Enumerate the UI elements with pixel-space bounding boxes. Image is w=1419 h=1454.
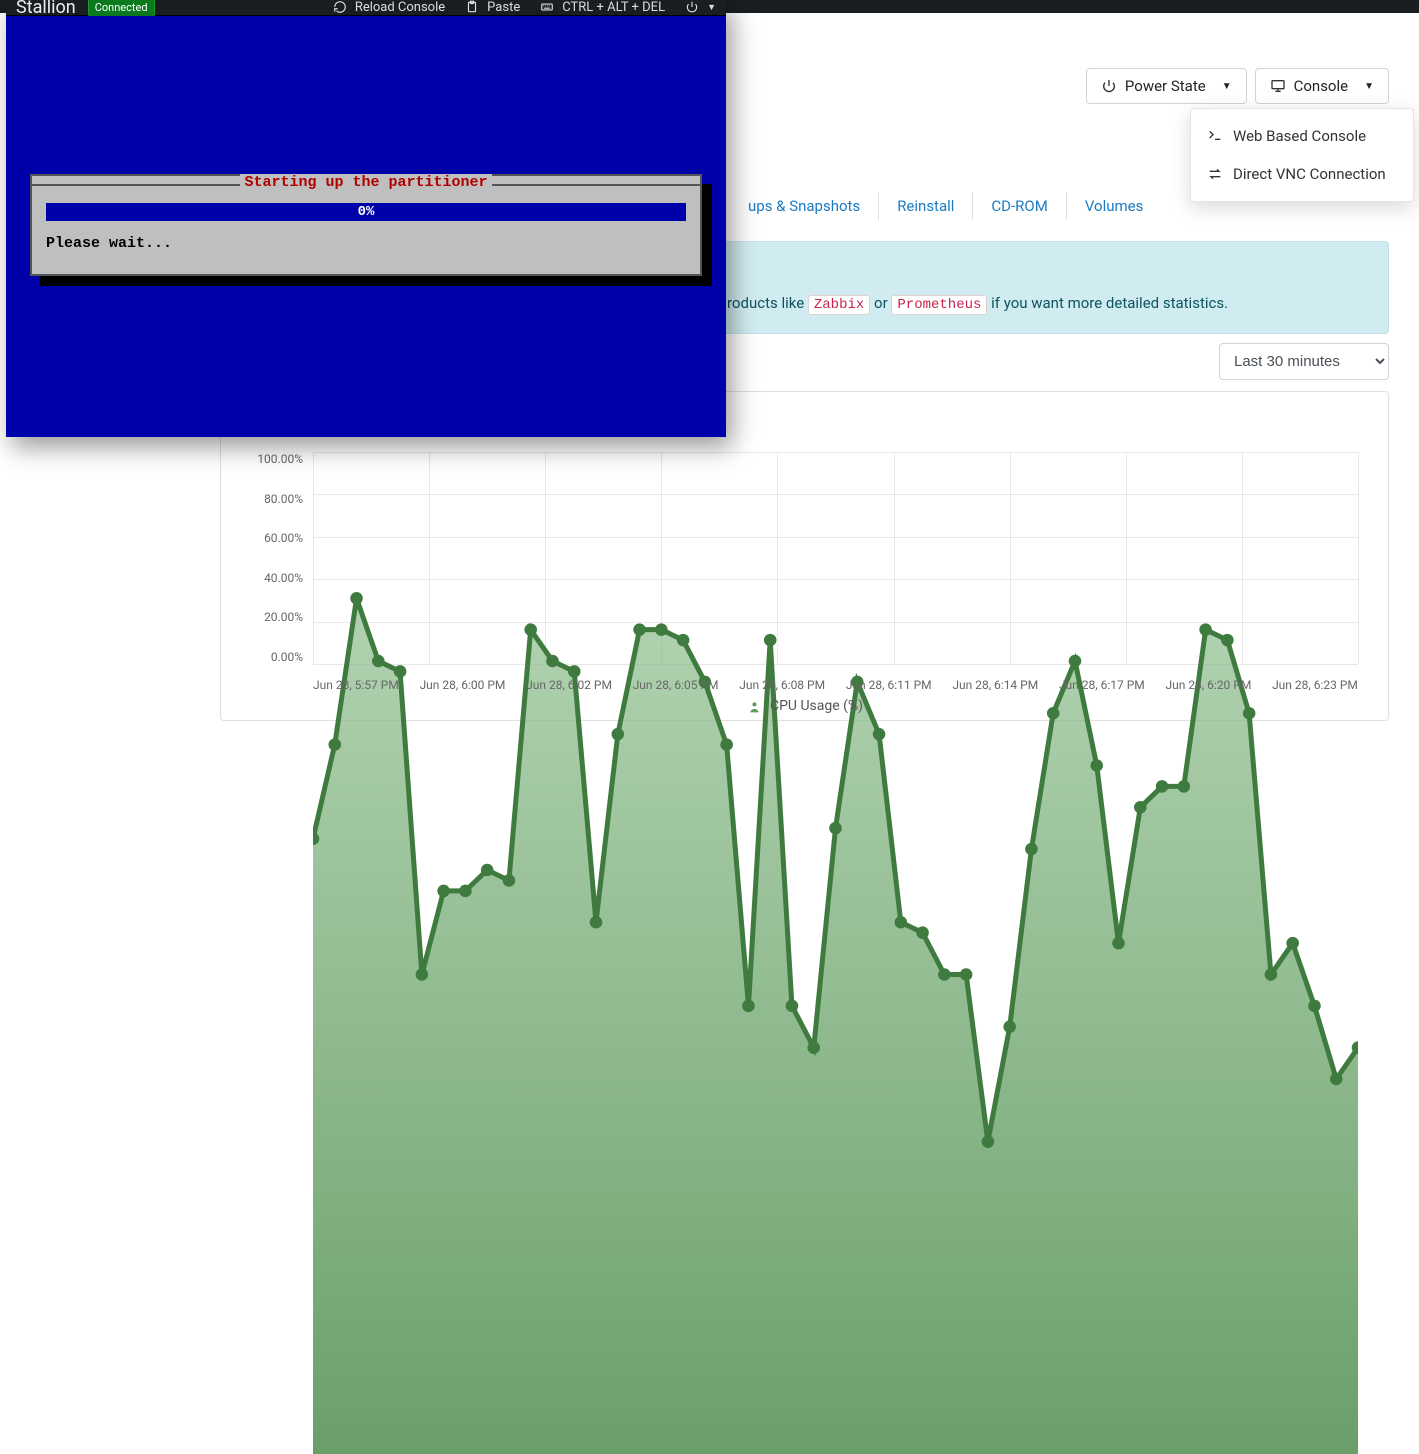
- reload-icon: [333, 0, 349, 16]
- x-tick-label: Jun 28, 6:00 PM: [420, 678, 506, 692]
- paste-icon: [465, 0, 481, 16]
- y-tick-label: 40.00%: [241, 571, 303, 585]
- installer-progress-bar: 0%: [46, 203, 686, 221]
- y-tick-label: 60.00%: [241, 531, 303, 545]
- tabs-row: ups & Snapshots Reinstall CD-ROM Volumes: [730, 189, 1161, 223]
- cad-label: CTRL + ALT + DEL: [562, 0, 665, 15]
- console-menu-vnc[interactable]: Direct VNC Connection: [1191, 155, 1413, 193]
- console-menu-vnc-label: Direct VNC Connection: [1233, 165, 1386, 183]
- installer-dialog: Starting up the partitioner 0% Please wa…: [30, 174, 702, 276]
- chart-legend-label: CPU Usage (%): [770, 698, 863, 714]
- console-menu-web-label: Web Based Console: [1233, 127, 1366, 145]
- vnc-console-window: Stallion Connected Reload Console Paste …: [6, 0, 726, 437]
- tab-volumes[interactable]: Volumes: [1067, 189, 1162, 223]
- chart-legend: CPU Usage (%): [746, 698, 863, 714]
- tab-cdrom[interactable]: CD-ROM: [973, 189, 1065, 223]
- y-tick-label: 80.00%: [241, 492, 303, 506]
- power-icon: [685, 0, 701, 16]
- y-tick-label: 0.00%: [241, 650, 303, 664]
- x-tick-label: Jun 28, 6:08 PM: [739, 678, 825, 692]
- console-screen[interactable]: Starting up the partitioner 0% Please wa…: [6, 16, 726, 437]
- console-header: Stallion Connected Reload Console Paste …: [6, 0, 726, 15]
- x-tick-label: Jun 28, 6:11 PM: [846, 678, 932, 692]
- monitor-icon: [1270, 78, 1286, 94]
- x-tick-label: Jun 28, 6:17 PM: [1059, 678, 1145, 692]
- console-menu-web[interactable]: Web Based Console: [1191, 117, 1413, 155]
- alert-text-suffix: if you want more detailed statistics.: [991, 294, 1228, 312]
- cad-button[interactable]: CTRL + ALT + DEL: [540, 0, 665, 16]
- alert-text-mid: or: [874, 294, 891, 312]
- terminal-icon: [1207, 128, 1223, 144]
- tab-backups[interactable]: ups & Snapshots: [730, 189, 878, 223]
- x-tick-label: Jun 28, 5:57 PM: [313, 678, 399, 692]
- alert-text-prefix: roducts like: [727, 294, 808, 312]
- tab-cdrom-label: CD-ROM: [991, 197, 1047, 215]
- alert-code-prometheus: Prometheus: [891, 295, 987, 315]
- x-tick-label: Jun 28, 6:05 PM: [633, 678, 719, 692]
- alert-code-zabbix: Zabbix: [808, 295, 870, 315]
- x-tick-label: Jun 28, 6:20 PM: [1166, 678, 1252, 692]
- console-button[interactable]: Console ▼: [1255, 68, 1389, 104]
- power-state-label: Power State: [1125, 77, 1206, 95]
- top-actions: Power State ▼ Console ▼: [1086, 68, 1389, 104]
- installer-wait-text: Please wait...: [46, 235, 686, 252]
- installer-dialog-title: Starting up the partitioner: [240, 174, 491, 191]
- reload-console-label: Reload Console: [355, 0, 445, 15]
- tab-volumes-label: Volumes: [1085, 197, 1144, 215]
- console-power-menu[interactable]: ▼: [685, 0, 716, 16]
- chart-y-axis: 100.00% 80.00% 60.00% 40.00% 20.00% 0.00%: [241, 452, 303, 664]
- tab-reinstall-label: Reinstall: [897, 197, 954, 215]
- y-tick-label: 20.00%: [241, 610, 303, 624]
- x-tick-label: Jun 28, 6:14 PM: [952, 678, 1038, 692]
- caret-down-icon: ▼: [1364, 81, 1374, 92]
- console-dropdown: Web Based Console Direct VNC Connection: [1190, 108, 1414, 202]
- time-range-select[interactable]: Last 30 minutes: [1219, 343, 1389, 380]
- console-status-badge: Connected: [88, 0, 155, 17]
- x-tick-label: Jun 28, 6:02 PM: [526, 678, 612, 692]
- paste-button[interactable]: Paste: [465, 0, 520, 16]
- caret-down-icon: ▼: [1222, 81, 1232, 92]
- console-header-actions: Reload Console Paste CTRL + ALT + DEL ▼: [333, 0, 716, 16]
- chart-svg: [313, 452, 1358, 1454]
- reload-console-button[interactable]: Reload Console: [333, 0, 445, 16]
- chart-x-axis: Jun 28, 5:57 PM Jun 28, 6:00 PM Jun 28, 6:…: [313, 678, 1358, 692]
- power-state-button[interactable]: Power State ▼: [1086, 68, 1247, 104]
- x-tick-label: Jun 28, 6:23 PM: [1272, 678, 1358, 692]
- chart-panel: 100.00% 80.00% 60.00% 40.00% 20.00% 0.00% Jun…: [220, 391, 1389, 721]
- caret-down-icon: ▼: [707, 2, 716, 13]
- paste-label: Paste: [487, 0, 520, 15]
- power-icon: [1101, 78, 1117, 94]
- swap-icon: [1207, 166, 1223, 182]
- console-button-label: Console: [1294, 77, 1349, 95]
- keyboard-icon: [540, 0, 556, 16]
- cpu-legend-icon: [746, 698, 762, 714]
- tab-backups-label: ups & Snapshots: [748, 197, 860, 215]
- tab-reinstall[interactable]: Reinstall: [879, 189, 972, 223]
- y-tick-label: 100.00%: [241, 452, 303, 466]
